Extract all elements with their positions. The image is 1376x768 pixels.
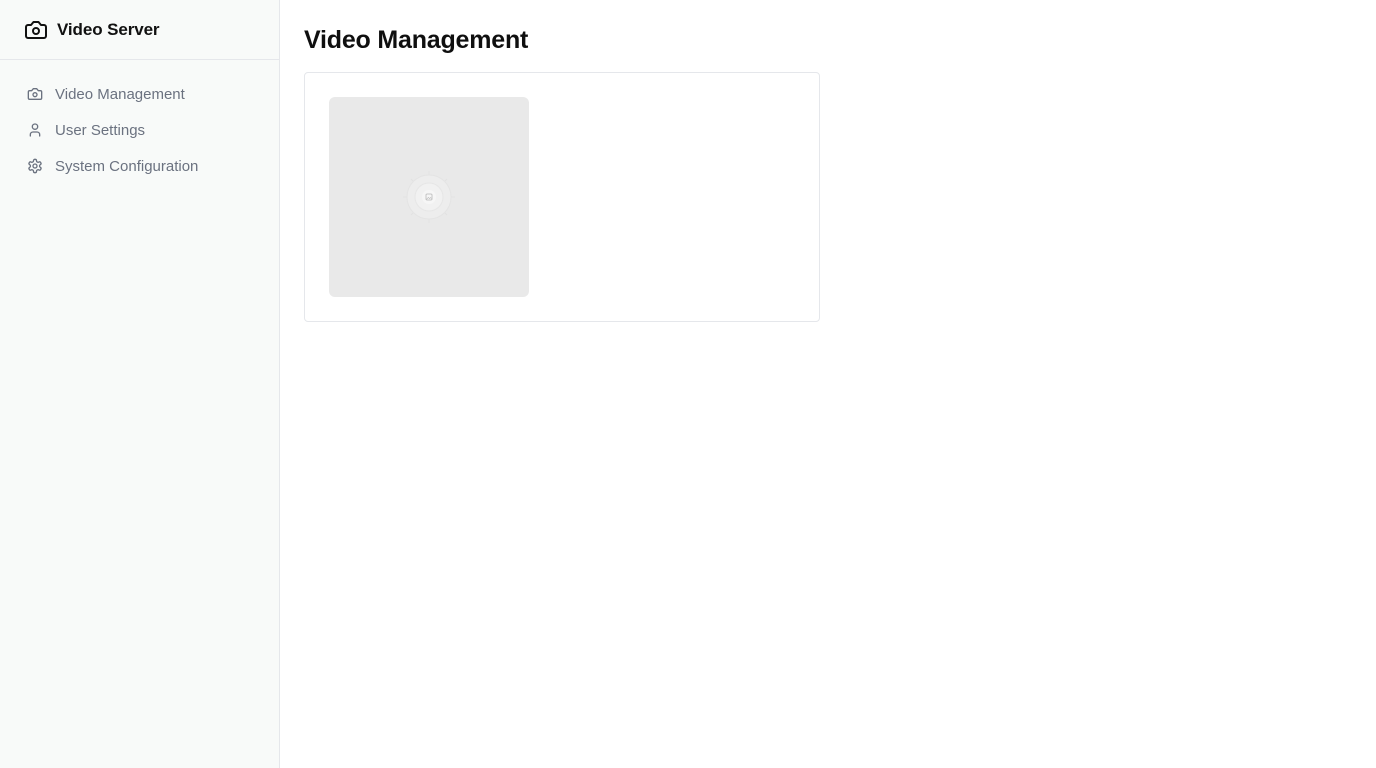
page-title: Video Management [304,26,529,54]
gear-icon [27,158,43,174]
brand-header: Video Server [0,0,279,60]
sidebar-item-label: System Configuration [55,157,199,175]
sidebar-item-label: Video Management [55,85,185,103]
main-content: Video Management [280,0,1376,768]
sidebar-item-system-configuration[interactable]: System Configuration [16,148,263,184]
sidebar-item-label: User Settings [55,121,146,139]
sidebar: Video Server Video Management User Setti… [0,0,280,768]
user-icon [27,122,43,138]
app-root: Video Server Video Management User Setti… [0,0,1376,768]
camera-icon [24,18,48,42]
image-placeholder-icon [399,167,459,227]
video-thumbnail[interactable] [329,97,529,297]
app-title: Video Server [57,19,160,39]
sidebar-item-user-settings[interactable]: User Settings [16,112,263,148]
video-list-card [304,72,820,322]
sidebar-item-video-management[interactable]: Video Management [16,76,263,112]
camera-icon [27,86,43,102]
sidebar-nav: Video Management User Settings System Co… [0,60,279,184]
